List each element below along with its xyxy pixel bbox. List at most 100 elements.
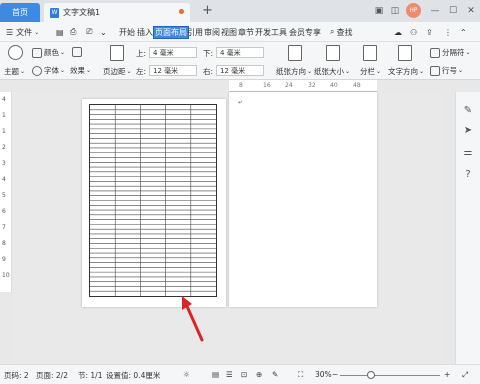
fit-page-icon[interactable]: ⛶ [298,370,303,380]
document-table[interactable] [89,104,217,297]
vruler-mark: 6 [2,208,6,215]
page-2[interactable]: ↵ [229,92,377,307]
new-tab-button[interactable]: + [202,3,213,18]
orientation-icon[interactable] [288,45,302,61]
layout-icon[interactable]: ▣ [372,4,386,18]
file-menu-label: 文件 [16,27,33,37]
select-pointer-icon[interactable]: ➤ [462,124,474,136]
page-border-icon[interactable] [72,47,84,57]
fonts-button[interactable]: 字体 ⌄ [32,65,65,76]
margins-button[interactable]: 页边距 ⌄ [103,66,132,77]
palette-icon [32,47,42,58]
theme-icon[interactable] [8,45,23,60]
vruler-mark: 3 [2,160,6,167]
page-1[interactable] [82,99,226,307]
search-label: 查找 [336,27,353,37]
tab-developer[interactable]: 开发工具 [254,26,288,39]
chevron-down-icon: ⌄ [60,67,66,74]
effects-label: 效果 [70,66,85,75]
collaborate-icon[interactable]: ⚇ [410,25,417,39]
section-status[interactable]: 节: 1/1 [78,370,102,381]
margin-bottom-input[interactable]: 4 毫米 [216,47,264,58]
breaks-button[interactable]: 分隔符 ⌄ [430,47,471,58]
close-icon[interactable]: ✕ [464,4,478,18]
edit-icon[interactable]: ✎ [462,104,474,116]
page-number-status[interactable]: 页码: 2 [4,370,29,381]
home-tab[interactable]: 首页 [0,3,40,22]
chevron-down-icon: ⌄ [20,68,26,75]
chevron-down-icon: ⌄ [307,68,313,75]
file-menu[interactable]: ☰ 文件 ⌄ [6,25,39,39]
more-options-icon[interactable]: ⋮ [444,25,452,39]
zoom-level[interactable]: 30% [315,370,332,379]
cloud-icon[interactable]: ☁ [394,25,402,39]
text-direction-button[interactable]: 文字方向 ⌄ [388,66,424,77]
window-icon[interactable]: ◫ [388,4,402,18]
orientation-button[interactable]: 纸张方向 ⌄ [276,66,312,77]
columns-button[interactable]: 分栏 ⌄ [360,66,381,77]
line-numbers-label: 行号 [442,66,457,75]
tab-page-layout[interactable]: 页面布局 [153,26,189,39]
paper-size-button[interactable]: 纸张大小 ⌄ [314,66,350,77]
chevron-down-icon: ⌄ [34,28,40,36]
search-button[interactable]: ⌕ 查找 [330,25,352,39]
zoom-out-icon[interactable]: − [332,370,338,379]
colors-button[interactable]: 颜色 ⌄ [32,47,65,58]
tab-chapter[interactable]: 章节 [237,26,255,39]
document-icon: W [50,7,59,18]
margin-right-input[interactable]: 12 毫米 [216,65,264,76]
chevron-down-icon: ⌄ [60,49,66,56]
page-view-icon[interactable]: ▤ [212,370,219,379]
document-tab-label: 文字文稿1 [63,8,101,17]
share-icon[interactable]: ⇪ [426,25,433,39]
margins-icon[interactable] [110,45,124,61]
ruler-tick: 16 [263,82,271,89]
orientation-label: 纸张方向 [276,67,306,76]
ruler-tick: 48 [353,82,361,89]
vertical-ruler[interactable]: 4 1 1 2 3 4 5 6 7 8 9 10 [0,92,12,292]
margin-top-input[interactable]: 4 毫米 [149,47,197,58]
reading-view-icon[interactable]: ⊡ [241,370,247,379]
avatar[interactable]: HP [406,3,421,18]
page-count-status[interactable]: 页面: 2/2 [36,370,68,381]
breaks-label: 分隔符 [442,48,465,57]
write-view-icon[interactable]: ✎ [272,370,278,379]
chevron-down-icon: ⌄ [86,67,92,74]
effects-button[interactable]: 效果 ⌄ [70,65,91,76]
zoom-slider-handle[interactable] [367,371,375,379]
tab-insert[interactable]: 插入 [136,26,154,39]
columns-icon[interactable] [363,45,377,61]
fullscreen-icon[interactable]: ⤢ [462,370,468,380]
status-bar: 页码: 2 页面: 2/2 节: 1/1 设置值: 0.4厘米 ☼ ▤ ☰ ⊡ … [0,364,480,384]
maximize-icon[interactable]: ☐ [446,4,460,18]
document-area[interactable] [13,92,443,364]
tab-home[interactable]: 开始 [118,26,136,39]
save-icon[interactable]: ▤ [56,25,64,39]
document-tab[interactable]: W 文字文稿1 [44,3,190,22]
export-pdf-icon[interactable]: ⎙ [70,25,76,39]
setting-value-status[interactable]: 设置值: 0.4厘米 [106,370,160,381]
read-mode-icon[interactable]: ☼ [183,370,190,379]
horizontal-ruler[interactable]: 8 16 24 32 40 48 [229,80,377,92]
paper-size-icon[interactable] [326,45,340,61]
tab-review[interactable]: 审阅 [203,26,221,39]
zoom-in-icon[interactable]: + [444,370,450,379]
help-icon[interactable]: ? [462,168,474,180]
adjust-icon[interactable]: ⚌ [462,146,474,158]
text-direction-icon[interactable] [398,45,412,61]
web-view-icon[interactable]: ⊕ [256,370,262,379]
collapse-ribbon-icon[interactable]: ⌃ [460,25,467,39]
right-sidebar: ✎ ➤ ⚌ ? [455,92,480,364]
minimize-icon[interactable]: — [428,4,442,18]
tab-view[interactable]: 视图 [220,26,238,39]
tab-member[interactable]: 会员专享 [288,26,322,39]
margin-left-input[interactable]: 12 毫米 [149,65,197,76]
tab-references[interactable]: 引用 [186,26,204,39]
theme-button[interactable]: 主题 ⌄ [4,66,25,77]
more-icon[interactable]: ⌄ [100,25,107,39]
line-numbers-button[interactable]: 行号 ⌄ [430,65,463,76]
outline-view-icon[interactable]: ☰ [226,370,233,379]
zoom-slider[interactable] [340,375,440,376]
print-icon[interactable]: ⎚ [86,25,92,39]
margin-bottom-label: 下: [203,49,214,58]
